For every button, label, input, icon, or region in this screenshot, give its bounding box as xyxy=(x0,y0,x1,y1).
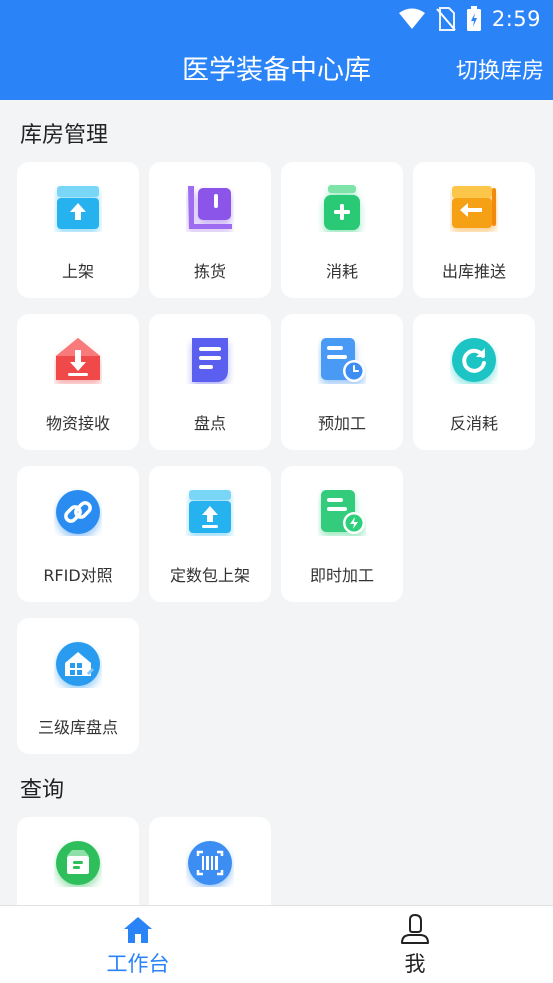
instant-process-icon xyxy=(321,490,365,534)
tile-outbound-push[interactable]: 出库推送 xyxy=(413,162,535,298)
tile-package-shelf[interactable]: 定数包上架 xyxy=(149,466,271,602)
tile-label: RFID对照 xyxy=(43,566,113,585)
tile-label: 即时加工 xyxy=(309,566,374,585)
status-time: 2:59 xyxy=(491,7,541,31)
receive-icon xyxy=(56,338,100,380)
tile-shelf-up[interactable]: 上架 xyxy=(17,162,139,298)
nav-workbench[interactable]: 工作台 xyxy=(0,906,276,983)
tile-barcode-scan[interactable] xyxy=(149,817,271,905)
status-icons: 2:59 xyxy=(398,5,541,33)
battery-icon xyxy=(466,6,481,31)
workbench-content[interactable]: 库房管理 上架 拣货 消耗 出库推送 物资接收 盘点 预加工 反消耗 RFID对… xyxy=(0,100,553,905)
tile-label: 消耗 xyxy=(325,262,358,281)
switch-warehouse-button[interactable]: 切换库房 xyxy=(456,53,544,85)
tile-label: 物资接收 xyxy=(45,414,110,433)
tile-label: 上架 xyxy=(61,262,94,281)
nav-label-me: 我 xyxy=(404,952,426,976)
shelf-up-icon xyxy=(57,186,99,229)
consume-bottle-icon xyxy=(324,185,360,230)
tile-label: 定数包上架 xyxy=(169,566,250,585)
tile-level3-inventory[interactable]: 三级库盘点 xyxy=(17,618,139,754)
inventory-doc-icon xyxy=(192,338,228,382)
tile-picking[interactable]: 拣货 xyxy=(149,162,271,298)
tile-consume[interactable]: 消耗 xyxy=(281,162,403,298)
section-title-warehouse: 库房管理 xyxy=(20,123,109,148)
preprocess-icon xyxy=(321,338,365,382)
home-icon xyxy=(124,917,152,943)
tile-label: 出库推送 xyxy=(441,262,506,281)
tile-label: 反消耗 xyxy=(449,414,498,433)
status-bar: 2:59 xyxy=(0,0,553,38)
app-header: 2:59 医学装备中心库 切换库房 xyxy=(0,0,553,100)
section-title-query: 查询 xyxy=(20,778,65,803)
no-sim-icon xyxy=(436,7,456,31)
outbound-push-icon xyxy=(452,186,496,228)
reverse-consume-icon xyxy=(452,338,496,382)
nav-me[interactable]: 我 xyxy=(277,906,553,983)
picking-cart-icon xyxy=(188,186,232,229)
nav-label-workbench: 工作台 xyxy=(106,952,170,976)
rfid-link-icon xyxy=(56,490,100,534)
tile-label: 拣货 xyxy=(193,262,226,281)
level3-inventory-icon xyxy=(56,642,100,686)
tile-label: 盘点 xyxy=(193,414,226,433)
tile-reverse-consume[interactable]: 反消耗 xyxy=(413,314,535,450)
tile-rfid[interactable]: RFID对照 xyxy=(17,466,139,602)
tile-query-box[interactable] xyxy=(17,817,139,905)
barcode-scan-icon xyxy=(188,841,232,885)
wifi-icon xyxy=(398,8,425,29)
tile-preprocess[interactable]: 预加工 xyxy=(281,314,403,450)
bottom-nav: 工作台 我 xyxy=(0,905,553,983)
tile-label: 三级库盘点 xyxy=(37,718,118,737)
tile-receive[interactable]: 物资接收 xyxy=(17,314,139,450)
query-box-icon xyxy=(56,841,100,885)
tile-label: 预加工 xyxy=(317,414,366,433)
package-shelf-icon xyxy=(189,490,231,533)
user-icon xyxy=(401,914,429,944)
tile-inventory[interactable]: 盘点 xyxy=(149,314,271,450)
tile-instant-process[interactable]: 即时加工 xyxy=(281,466,403,602)
